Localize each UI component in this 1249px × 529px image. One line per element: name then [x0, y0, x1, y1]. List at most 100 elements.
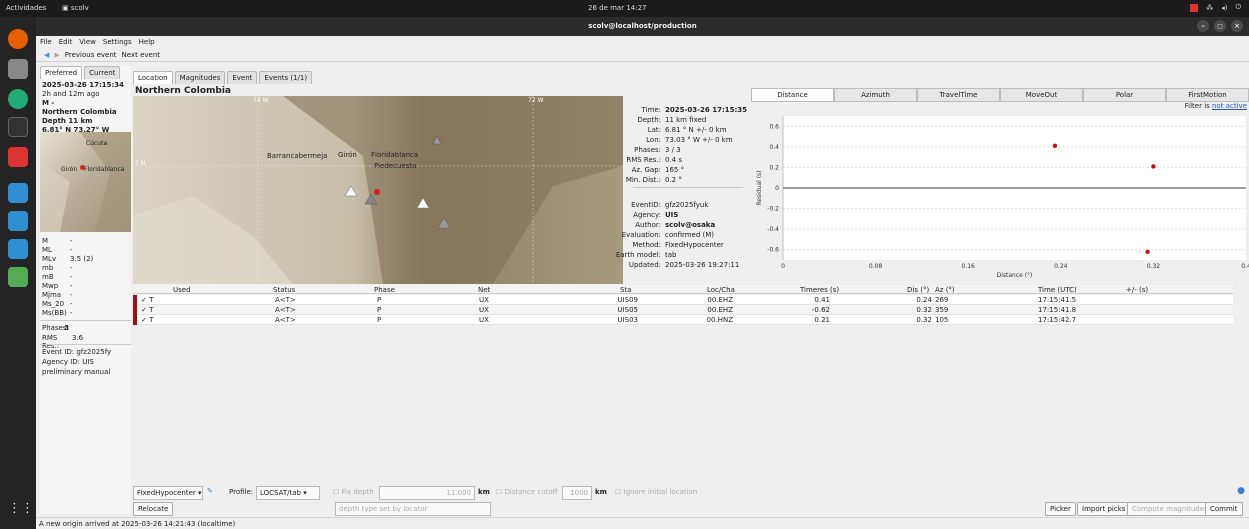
tab-traveltime[interactable]: TravelTime: [917, 88, 1000, 102]
mag-value: -: [70, 264, 73, 272]
anydesk-icon[interactable]: [8, 147, 28, 167]
az-cell: 359: [935, 306, 949, 314]
tab-distance[interactable]: Distance: [751, 88, 834, 102]
app-icon[interactable]: [8, 89, 28, 109]
az-cell: 269: [935, 296, 949, 304]
profile-select[interactable]: LOCSAT/tab ▾: [256, 486, 320, 500]
map-overlay: [344, 135, 451, 229]
mag-type: Ms_20: [42, 300, 65, 308]
y-axis-label: Residual (s): [756, 170, 763, 205]
tab-current[interactable]: Current: [84, 66, 121, 79]
previous-event-button[interactable]: Previous event: [65, 51, 117, 59]
table-row[interactable]: ✓ T A<T> P UX UIS05 00.EHZ -0.62 0.32 359 17:15:4…: [133, 305, 1233, 315]
window-titlebar[interactable]: scolv@localhost/production – ◻ ×: [36, 17, 1249, 36]
x-axis-label: Distance (°): [997, 272, 1033, 279]
col-used[interactable]: Used: [173, 286, 191, 294]
menu-help[interactable]: Help: [139, 38, 155, 46]
depth-input[interactable]: 11.000: [379, 486, 475, 500]
location-map[interactable]: 74 W 72 W 7 N Barrancabermeja Girón Flor…: [133, 96, 623, 284]
col-timeres[interactable]: Timeres (s): [800, 286, 839, 294]
col-dis[interactable]: Dis (°): [907, 286, 929, 294]
menu-file[interactable]: File: [40, 38, 52, 46]
next-event-button[interactable]: Next event: [122, 51, 160, 59]
cutoff-input[interactable]: 1000: [562, 486, 592, 500]
maximize-button[interactable]: ◻: [1214, 20, 1226, 32]
mag-value: -: [70, 273, 73, 281]
loccha-cell: 00.HNZ: [706, 316, 733, 324]
back-arrow-icon[interactable]: ◀: [44, 51, 49, 59]
terminal-icon[interactable]: [8, 117, 28, 137]
tab-event[interactable]: Event: [227, 71, 258, 84]
close-button[interactable]: ×: [1231, 20, 1243, 32]
locator-select[interactable]: FixedHypocenter ▾: [133, 486, 203, 500]
tab-events[interactable]: Events (1/1): [259, 71, 313, 84]
menu-edit[interactable]: Edit: [59, 38, 73, 46]
row-marker: [133, 305, 137, 315]
apps-grid-icon[interactable]: ⋮⋮⋮: [8, 501, 47, 521]
loccha-cell: 00.EHZ: [707, 296, 733, 304]
tab-moveout[interactable]: MoveOut: [1000, 88, 1083, 102]
menu-view[interactable]: View: [79, 38, 96, 46]
overview-map[interactable]: Cúcuta Girón Floridablanca: [40, 132, 131, 232]
tab-azimuth[interactable]: Azimuth: [834, 88, 917, 102]
relocate-button[interactable]: Relocate: [133, 502, 174, 516]
seiscomp-icon[interactable]: [8, 211, 28, 231]
col-uncert[interactable]: +/- (s): [1126, 286, 1148, 294]
mag-value: -: [70, 291, 73, 299]
tab-firstmotion[interactable]: FirstMotion: [1166, 88, 1249, 102]
mag-row: Mwp -: [40, 282, 131, 290]
col-time[interactable]: Time (UTC): [1038, 286, 1077, 294]
plot-tabs: Distance Azimuth TravelTime MoveOut Pola…: [751, 88, 1249, 102]
col-loccha[interactable]: Loc/Cha: [707, 286, 735, 294]
chat-icon[interactable]: ●: [1237, 486, 1245, 496]
firefox-icon[interactable]: [8, 29, 28, 49]
network-icon[interactable]: ⁂: [1206, 4, 1213, 12]
mag-type: Ms(BB): [42, 309, 67, 317]
mag-row: ML -: [40, 246, 131, 254]
distance-cutoff-checkbox[interactable]: ☐ Distance cutoff: [496, 488, 557, 496]
filter-label: Filter is: [1184, 102, 1210, 110]
table-row[interactable]: ✓ T A<T> P UX UIS09 00.EHZ 0.41 0.24 269 17:15:41…: [133, 295, 1233, 305]
clock[interactable]: 26 de mar 14:27: [588, 4, 647, 12]
minimize-button[interactable]: –: [1197, 20, 1209, 32]
power-icon[interactable]: ⏻: [1235, 3, 1241, 12]
seiscomp-icon[interactable]: [8, 183, 28, 203]
tab-location[interactable]: Location: [133, 71, 173, 84]
residual-chart[interactable]: 0.6 0.4 0.2 0 -0.2 -0.4 -0.6 0 0.08 0.16 0.24 0.32 0…: [751, 110, 1249, 286]
system-tray[interactable]: ⁂ ◂) ⏻: [1190, 3, 1241, 12]
col-net[interactable]: Net: [478, 286, 490, 294]
depth-type-select[interactable]: depth type set by locator: [335, 502, 491, 516]
filter-link[interactable]: not active: [1212, 102, 1247, 110]
col-phase[interactable]: Phase: [374, 286, 395, 294]
recycle-icon[interactable]: [8, 267, 28, 287]
sta-cell: UIS05: [617, 306, 638, 314]
y-tick-label: 0.4: [769, 144, 779, 151]
fix-depth-checkbox[interactable]: ☐ Fix depth: [333, 488, 374, 496]
seiscomp-icon[interactable]: [8, 239, 28, 259]
x-tick-label: 0.32: [1147, 263, 1161, 270]
indicator-icon[interactable]: [1190, 3, 1199, 12]
ignore-initial-checkbox[interactable]: ☐ Ignore initial location: [615, 488, 697, 496]
activities-button[interactable]: Actividades: [6, 4, 46, 12]
volume-icon[interactable]: ◂): [1221, 4, 1227, 12]
tab-preferred[interactable]: Preferred: [40, 66, 83, 79]
app-menu[interactable]: ▣ scolv: [62, 4, 89, 12]
compute-magnitudes-button[interactable]: Compute magnitudes: [1127, 502, 1213, 516]
forward-arrow-icon[interactable]: ▶: [54, 51, 59, 59]
col-status[interactable]: Status: [273, 286, 295, 294]
wrench-icon[interactable]: ✎: [207, 487, 213, 495]
col-az[interactable]: Az (°): [935, 286, 955, 294]
tab-magnitudes[interactable]: Magnitudes: [174, 71, 226, 84]
col-sta[interactable]: Sta: [620, 286, 631, 294]
picker-button[interactable]: Picker: [1045, 502, 1076, 516]
files-icon[interactable]: [8, 59, 28, 79]
system-top-bar: Actividades ▣ scolv 26 de mar 14:27 ⁂ ◂)…: [0, 0, 1249, 17]
mag-value: -: [70, 309, 73, 317]
commit-button[interactable]: Commit: [1205, 502, 1243, 516]
x-tick-label: 0.24: [1054, 263, 1068, 270]
import-picks-button[interactable]: Import picks: [1077, 502, 1131, 516]
menu-settings[interactable]: Settings: [103, 38, 132, 46]
table-row[interactable]: ✓ T A<T> P UX UIS03 00.HNZ 0.21 0.32 105 17:15:42…: [133, 315, 1233, 325]
station-icon: [344, 185, 358, 197]
tab-polar[interactable]: Polar: [1083, 88, 1166, 102]
